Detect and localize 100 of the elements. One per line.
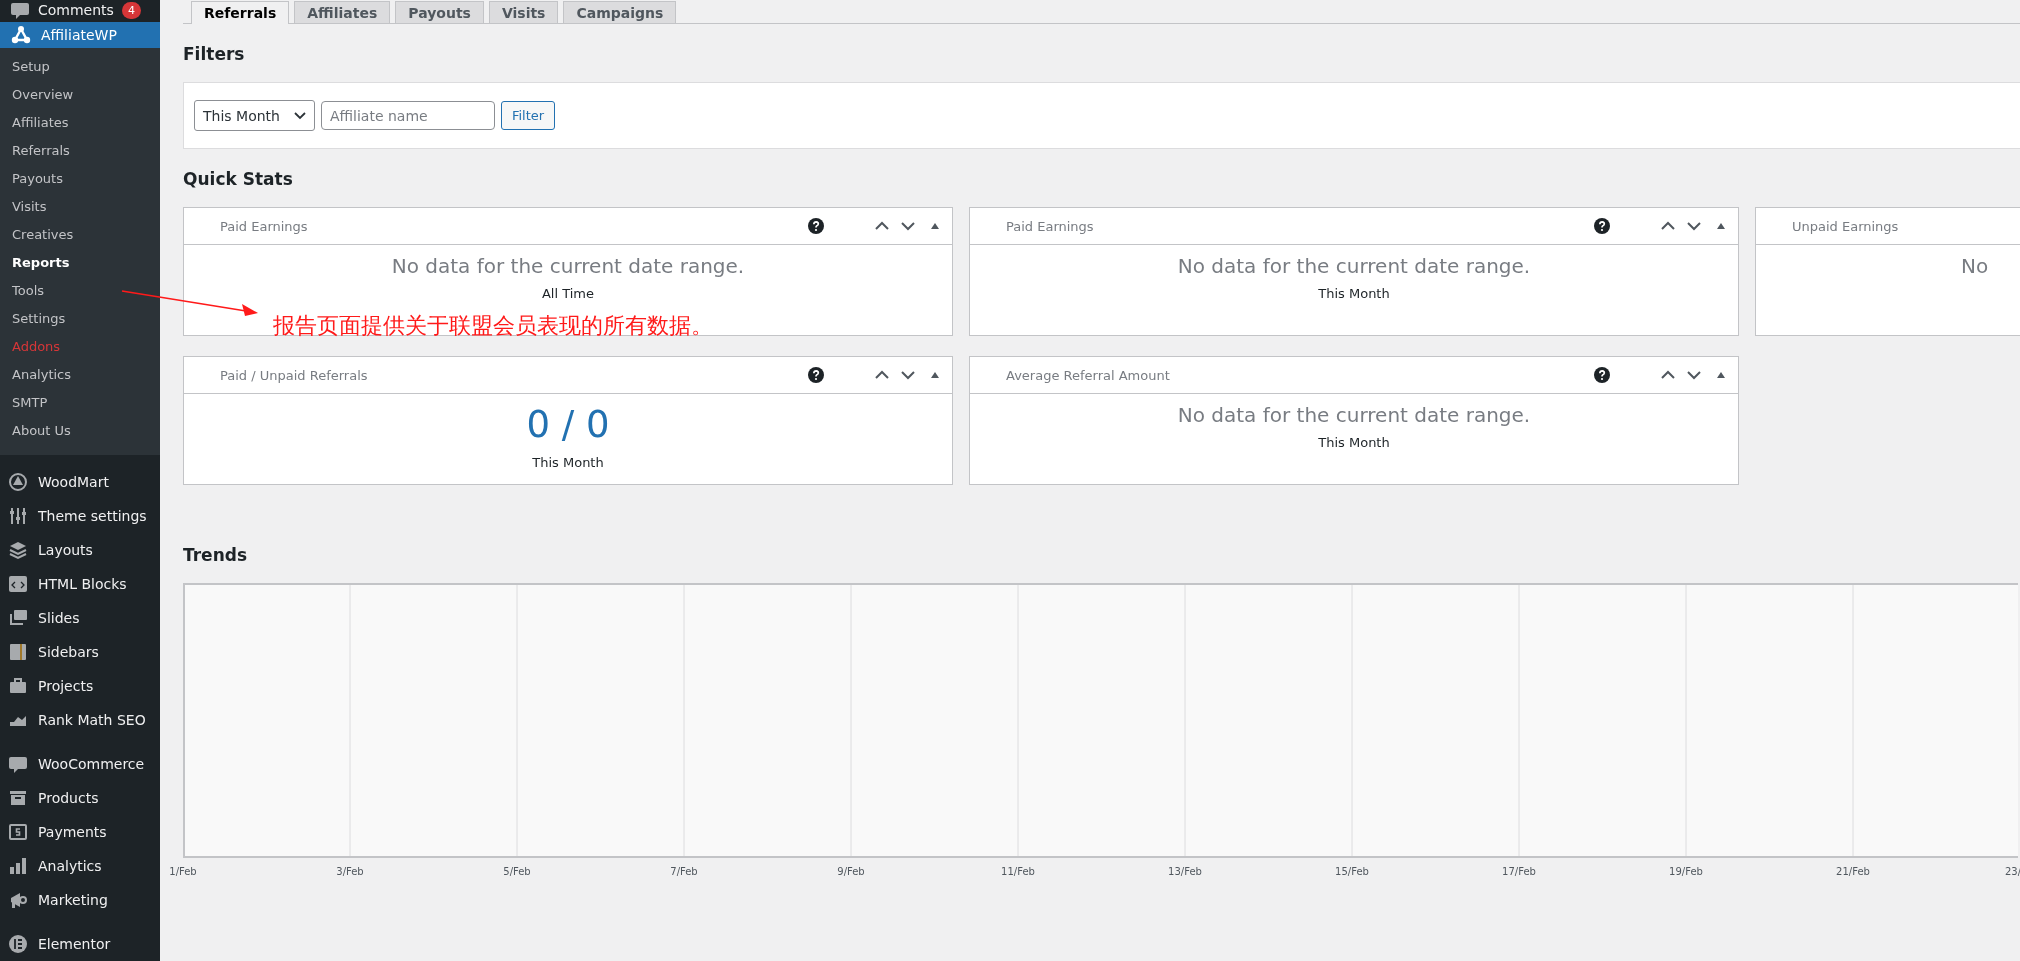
menu-label: Marketing [38, 892, 108, 908]
menu-item[interactable]: Elementor [0, 927, 160, 961]
menu-item[interactable]: Marketing [0, 883, 160, 917]
menu-label: Slides [38, 610, 80, 626]
submenu-item[interactable]: Referrals [0, 137, 160, 165]
period-label: This Month [1318, 435, 1390, 450]
caret-icon [293, 111, 306, 120]
submenu-item[interactable]: Overview [0, 81, 160, 109]
section-heading: Quick Stats [183, 169, 294, 189]
axis-label: 17/Feb [1502, 866, 1536, 877]
menu-label: Payments [38, 824, 107, 840]
stat-value: 0 / 0 [526, 403, 610, 447]
menu-label: Elementor [38, 936, 111, 952]
period-label: All Time [541, 286, 595, 301]
axis-label: 9/Feb [837, 866, 865, 877]
triangle-up-icon[interactable] [930, 370, 940, 380]
archive-box-icon [8, 788, 28, 808]
megaphone-icon [8, 890, 28, 910]
submenu-item[interactable]: Creatives [0, 221, 160, 249]
submenu-item[interactable]: Affiliates [0, 109, 160, 137]
empty-message: No data for the current date range. [391, 254, 745, 278]
menu-item[interactable]: WooCommerce [0, 747, 160, 781]
section-heading: Filters [183, 44, 246, 64]
tab[interactable]: Referrals [191, 1, 290, 24]
menu-label: AffiliateWP [41, 27, 117, 43]
axis-label: 21/Feb [1836, 866, 1870, 877]
briefcase-icon [8, 676, 28, 696]
menu-item[interactable]: Rank Math SEO [0, 703, 160, 737]
period-label: This Month [1318, 286, 1390, 301]
empty-message: No data for the current date range. [1177, 403, 1531, 427]
section-heading: Trends [183, 545, 249, 565]
triangle-up-icon[interactable] [1716, 221, 1726, 231]
submenu-item[interactable]: Payouts [0, 165, 160, 193]
menu-label: Projects [38, 678, 94, 694]
menu-item[interactable]: WoodMart [0, 465, 160, 499]
triangle-up-icon[interactable] [1716, 370, 1726, 380]
menu-label: Comments [38, 2, 114, 18]
stacked-squares-icon [8, 608, 28, 628]
menu-label: WoodMart [38, 474, 109, 490]
submenu-item[interactable]: SMTP [0, 389, 160, 417]
menu-item[interactable]: Projects [0, 669, 160, 703]
sliders-icon [8, 506, 28, 526]
menu-item[interactable]: Payments [0, 815, 160, 849]
axis-label: 7/Feb [670, 866, 698, 877]
tab[interactable]: Visits [488, 1, 559, 23]
annotation-text: 报告页面提供关于联盟会员表现的所有数据。 [273, 312, 713, 340]
menu-label: Products [38, 790, 99, 806]
speech-bubble-icon [10, 0, 30, 20]
axis-label: 11/Feb [1001, 866, 1035, 877]
speech-bubble-icon [8, 754, 28, 774]
empty-message: No [1961, 254, 1989, 278]
date-range-dropdown[interactable]: This Month [194, 100, 315, 131]
card-title: Paid Earnings [1006, 218, 1095, 234]
axis-label: 19/Feb [1669, 866, 1703, 877]
help-icon[interactable] [1594, 367, 1610, 383]
filter-button[interactable]: Filter [500, 101, 556, 130]
help-icon[interactable] [1594, 218, 1610, 234]
menu-label: Analytics [38, 858, 102, 874]
affiliate-name-field[interactable]: Affiliate name [320, 101, 495, 130]
layers-icon [8, 540, 28, 560]
menu-item[interactable]: Products [0, 781, 160, 815]
triangle-up-icon[interactable] [930, 221, 940, 231]
tab[interactable]: Payouts [395, 1, 484, 23]
tab[interactable]: Affiliates [294, 1, 391, 23]
menu-item[interactable]: Analytics [0, 849, 160, 883]
axis-label: 3/Feb [336, 866, 364, 877]
submenu-item[interactable]: Visits [0, 193, 160, 221]
menu-item[interactable]: Slides [0, 601, 160, 635]
submenu-item[interactable]: Settings [0, 305, 160, 333]
menu-item[interactable]: Comments 4 [0, 0, 160, 20]
card-title: Unpaid Earnings [1792, 218, 1900, 234]
axis-label: 5/Feb [503, 866, 531, 877]
menu-item[interactable]: Theme settings [0, 499, 160, 533]
menu-item[interactable]: HTML Blocks [0, 567, 160, 601]
submenu-item[interactable]: Analytics [0, 361, 160, 389]
submenu-item[interactable]: Tools [0, 277, 160, 305]
menu-label: WooCommerce [38, 756, 145, 772]
card-title: Average Referral Amount [1006, 367, 1171, 383]
menu-item[interactable]: AffiliateWP [0, 22, 160, 48]
network-nodes-icon [10, 24, 32, 46]
empty-message: No data for the current date range. [1177, 254, 1531, 278]
axis-label: 1/Feb [169, 866, 197, 877]
count-badge: 4 [121, 1, 141, 19]
triangle-circle-icon [8, 472, 28, 492]
menu-item[interactable]: Layouts [0, 533, 160, 567]
menu-item[interactable]: Sidebars [0, 635, 160, 669]
card-title: Paid Earnings [220, 218, 309, 234]
period-label: This Month [532, 455, 604, 470]
tab[interactable]: Campaigns [563, 1, 677, 23]
menu-label: Theme settings [38, 508, 147, 524]
axis-label: 15/Feb [1335, 866, 1369, 877]
e-circle-icon [8, 934, 28, 954]
menu-label: Sidebars [38, 644, 99, 660]
submenu-item[interactable]: About Us [0, 417, 160, 445]
dollar-icon [8, 822, 28, 842]
submenu-item[interactable]: Setup [0, 53, 160, 81]
help-icon[interactable] [808, 367, 824, 383]
help-icon[interactable] [808, 218, 824, 234]
panel-icon [8, 642, 28, 662]
submenu-item[interactable]: Reports [0, 249, 160, 277]
